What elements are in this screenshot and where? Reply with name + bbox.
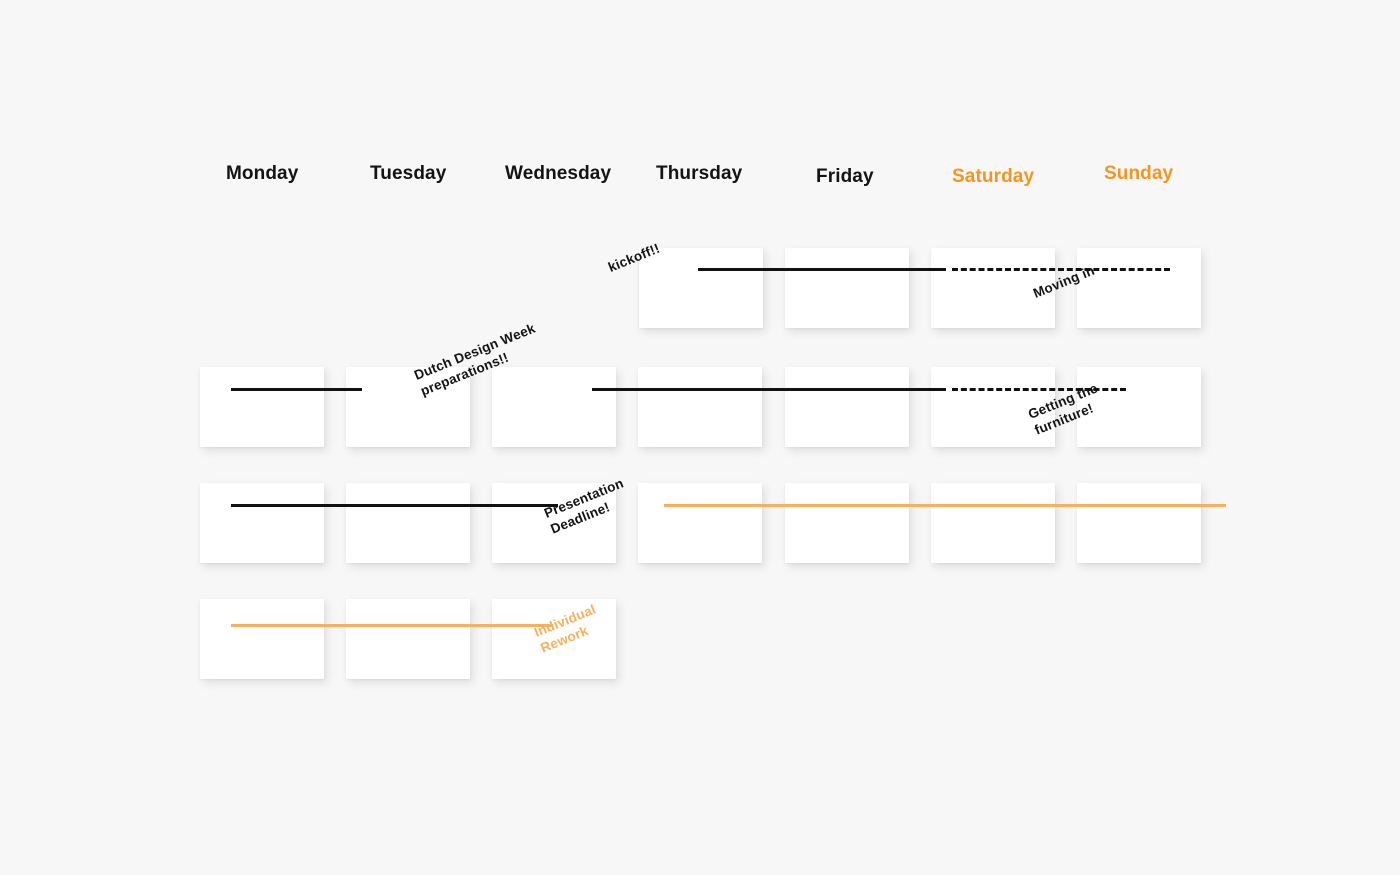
planner-card[interactable] (200, 483, 324, 563)
planner-card[interactable] (638, 367, 762, 447)
day-header-tuesday[interactable]: Tuesday (370, 163, 446, 185)
day-header-friday[interactable]: Friday (816, 166, 874, 188)
planner-card[interactable] (785, 483, 909, 563)
planner-card[interactable] (639, 248, 763, 328)
day-header-monday[interactable]: Monday (226, 163, 298, 185)
day-header-wednesday[interactable]: Wednesday (505, 163, 611, 185)
day-header-saturday[interactable]: Saturday (952, 166, 1034, 188)
planner-card[interactable] (1077, 483, 1201, 563)
planner-card[interactable] (346, 483, 470, 563)
planner-card[interactable] (346, 599, 470, 679)
planner-card[interactable] (200, 599, 324, 679)
planner-card[interactable] (492, 367, 616, 447)
day-header-sunday[interactable]: Sunday (1104, 163, 1173, 185)
planner-card[interactable] (785, 248, 909, 328)
planner-card[interactable] (785, 367, 909, 447)
planner-card[interactable] (638, 483, 762, 563)
planner-card[interactable] (1077, 248, 1201, 328)
planner-card[interactable] (200, 367, 324, 447)
planner-card[interactable] (931, 483, 1055, 563)
week-planner-board: Monday Tuesday Wednesday Thursday Friday… (0, 0, 1400, 875)
day-header-thursday[interactable]: Thursday (656, 163, 742, 185)
